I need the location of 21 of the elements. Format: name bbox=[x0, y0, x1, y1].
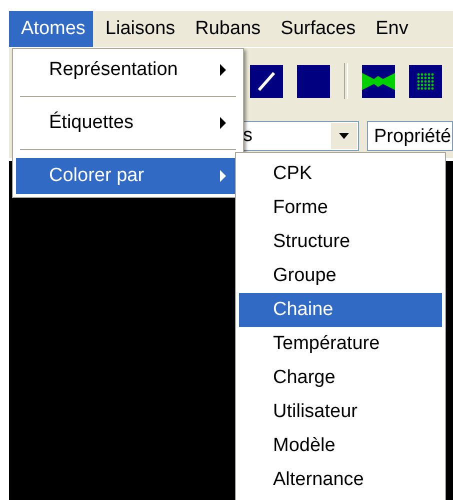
menu-bar-item[interactable]: Surfaces bbox=[268, 11, 364, 47]
menu-item[interactable]: Charge bbox=[239, 361, 442, 395]
menu-item[interactable]: Chaine bbox=[239, 293, 442, 327]
dots-icon[interactable] bbox=[409, 64, 442, 98]
menu-item[interactable]: Modèle bbox=[239, 429, 442, 463]
menu-item[interactable]: CPK bbox=[239, 157, 442, 191]
menu-item[interactable]: Utilisateur bbox=[239, 395, 442, 429]
menu-bar-item[interactable]: Rubans bbox=[183, 11, 269, 47]
submenu-arrow-icon bbox=[220, 170, 226, 182]
menu-item[interactable]: Alternance bbox=[239, 463, 442, 497]
menu-item[interactable]: Structure bbox=[239, 225, 442, 259]
menu-item[interactable]: Forme bbox=[239, 191, 442, 225]
menu-bar-item[interactable]: Atomes bbox=[9, 11, 94, 47]
menu-item[interactable]: Groupe bbox=[239, 259, 442, 293]
property-field[interactable]: Propriété bbox=[367, 121, 453, 151]
menu-item[interactable]: Température bbox=[239, 327, 442, 361]
submenu-arrow-icon bbox=[220, 117, 226, 129]
menu-bar-item[interactable]: Env bbox=[364, 11, 416, 47]
menu-bar-item[interactable]: Liaisons bbox=[93, 11, 184, 47]
ribbon-icon[interactable] bbox=[362, 64, 395, 98]
submenu-arrow-icon bbox=[220, 64, 226, 76]
